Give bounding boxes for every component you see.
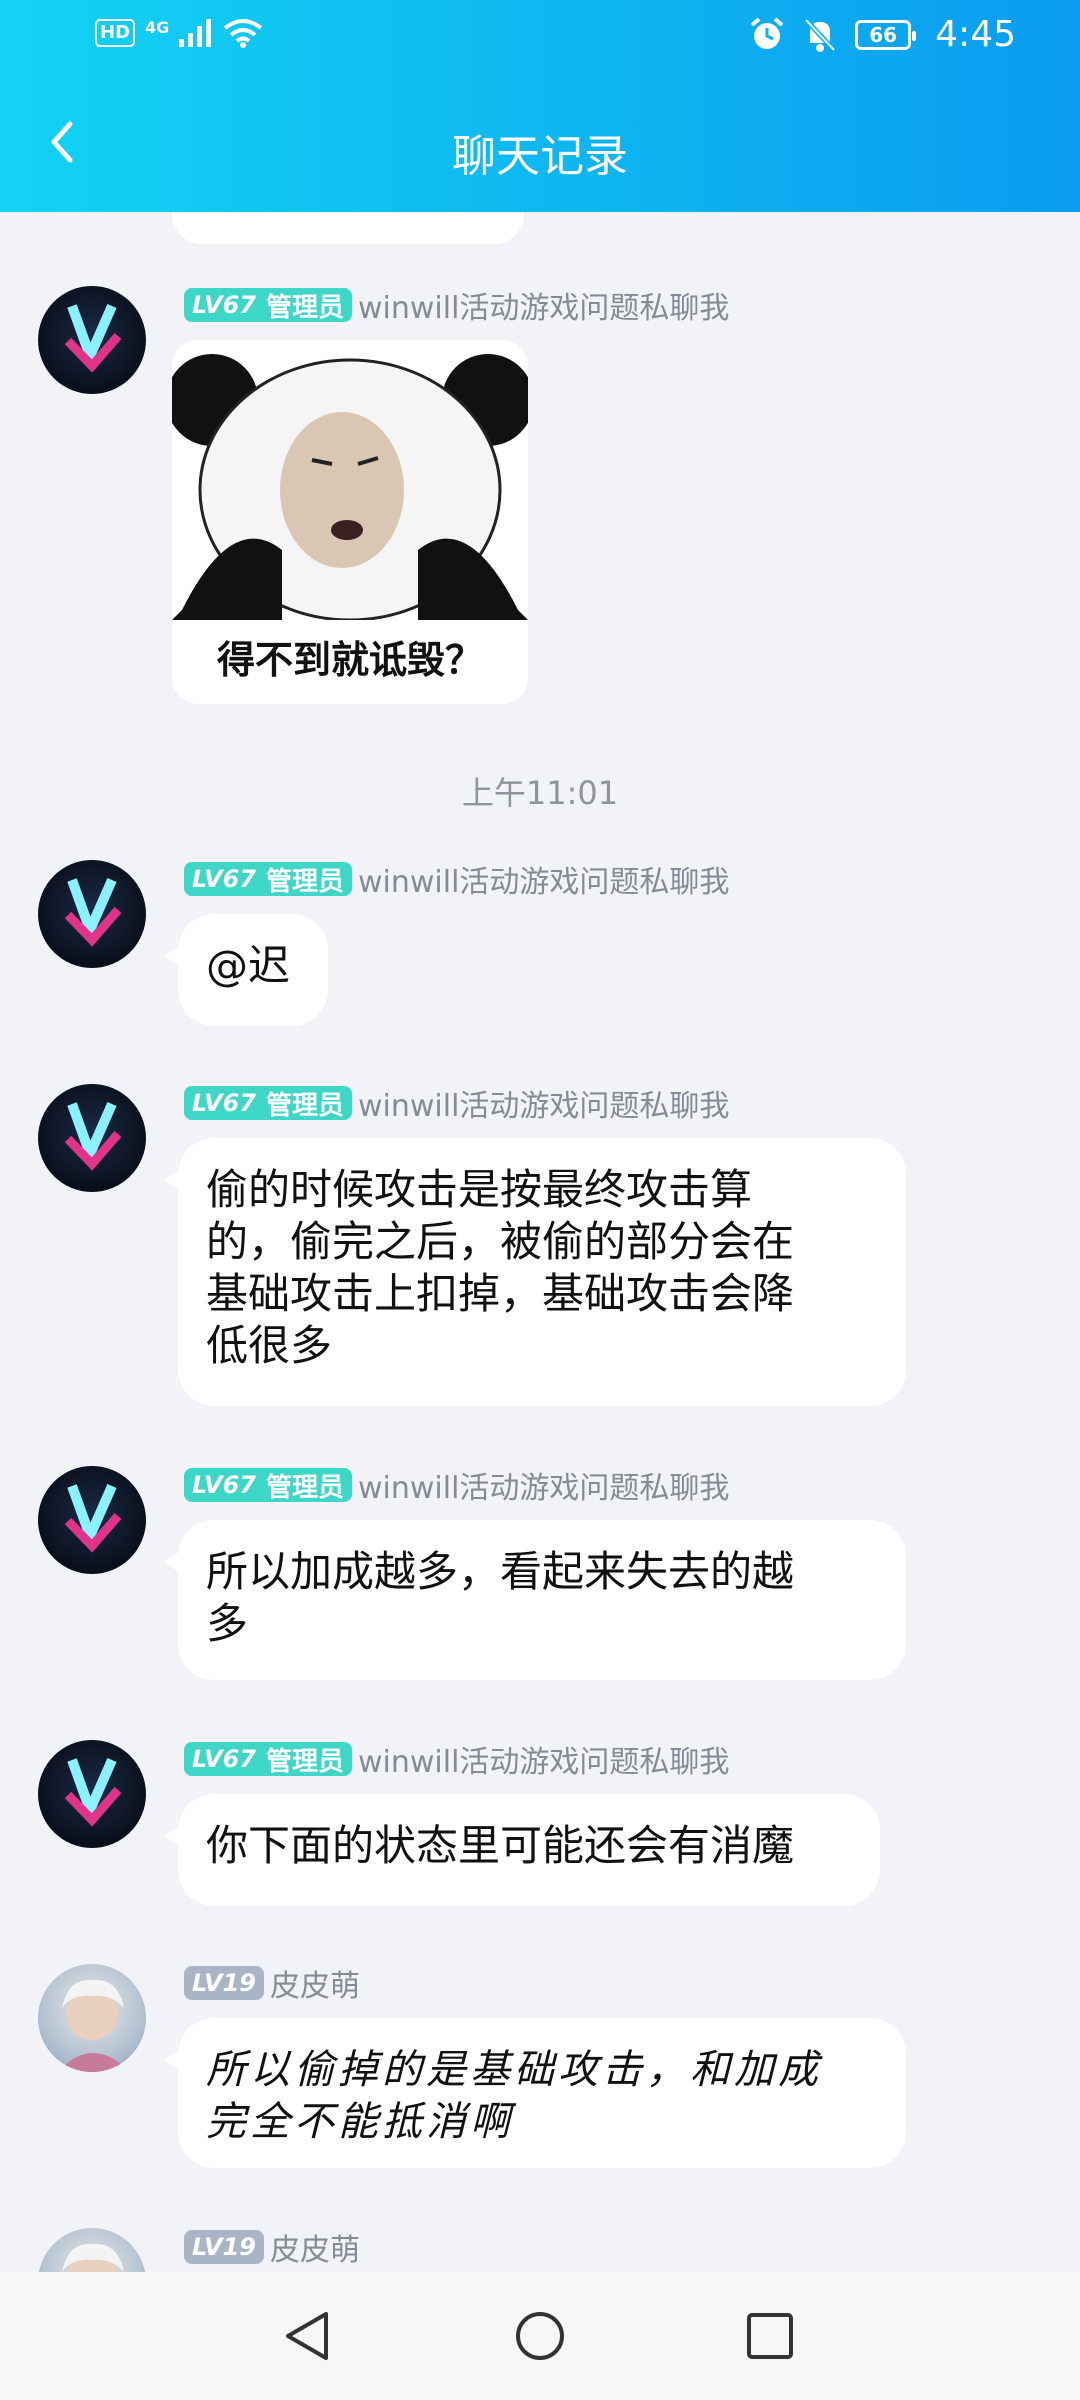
message-text: @迟 — [206, 941, 291, 990]
message-bubble[interactable]: 偷的时候攻击是按最终攻击算 的，偷完之后，被偷的部分会在 基础攻击上扣掉，基础攻… — [164, 1138, 906, 1406]
sender-row: LV67 管理员 winwill活动游戏问题私聊我 — [184, 860, 730, 900]
sender-row: LV67 管理员 winwill活动游戏问题私聊我 — [184, 1466, 730, 1506]
sender-name: winwill活动游戏问题私聊我 — [357, 1745, 730, 1780]
level-badge: LV67 管理员 — [184, 1742, 352, 1777]
avatar[interactable] — [38, 1466, 146, 1574]
message-bubble[interactable]: @迟 — [164, 914, 328, 1026]
status-bar: HD 4G 66 4:45 — [0, 0, 1080, 74]
sender-name: winwill活动游戏问题私聊我 — [357, 1089, 730, 1124]
level-badge: LV67 管理员 — [184, 1468, 352, 1503]
sender-row: LV67 管理员 winwill活动游戏问题私聊我 — [184, 286, 730, 326]
avatar[interactable] — [38, 2228, 146, 2272]
network-type: 4G — [145, 17, 170, 37]
message-line: 偷的时候攻击是按最终攻击算 — [206, 1165, 753, 1214]
sender-name: winwill活动游戏问题私聊我 — [357, 291, 730, 326]
message-line: 低很多 — [206, 1321, 333, 1370]
hd-indicator: HD — [95, 19, 136, 47]
user-avatar-portrait — [58, 1979, 130, 2072]
sender-row: LV19 皮皮萌 — [184, 1964, 360, 2004]
level-badge: LV67 管理员 — [184, 1086, 352, 1121]
avatar[interactable] — [38, 1084, 146, 1192]
winwill-logo-icon — [64, 877, 122, 947]
signal-icon — [179, 19, 212, 47]
message-line: 所以偷掉的是基础攻击，和加成 — [206, 2047, 822, 2093]
sender-row: LV19 皮皮萌 — [184, 2228, 360, 2268]
alarm-icon — [750, 16, 784, 49]
winwill-logo-icon — [64, 303, 122, 373]
sender-name: 皮皮萌 — [269, 2233, 360, 2268]
winwill-logo-icon — [64, 1483, 122, 1553]
message-text: 你下面的状态里可能还会有消魔 — [206, 1821, 795, 1870]
winwill-logo-icon — [64, 1101, 122, 1171]
sender-row: LV67 管理员 winwill活动游戏问题私聊我 — [184, 1084, 730, 1124]
message-line: 所以加成越多，看起来失去的越 — [206, 1547, 795, 1596]
sticker-image[interactable]: 得不到就诋毁？ — [172, 340, 528, 704]
winwill-logo-icon — [64, 1757, 122, 1827]
avatar[interactable] — [38, 860, 146, 968]
timestamp: 上午11:01 — [461, 774, 619, 812]
level-badge: LV67 管理员 — [184, 862, 352, 897]
nav-home-icon[interactable] — [514, 2310, 566, 2362]
system-nav-bar — [0, 2272, 1080, 2400]
sender-name: winwill活动游戏问题私聊我 — [357, 865, 730, 900]
header-bar: 聊天记录 — [0, 74, 1080, 212]
sender-name: winwill活动游戏问题私聊我 — [357, 1471, 730, 1506]
battery-indicator: 66 — [855, 19, 917, 50]
previous-bubble-edge — [172, 212, 524, 244]
user-avatar-portrait — [62, 2243, 124, 2272]
panda-face-sticker — [172, 340, 528, 622]
level-badge: LV19 — [184, 2230, 264, 2264]
level-badge: LV67 管理员 — [184, 288, 352, 323]
chat-history[interactable]: LV67 管理员 winwill活动游戏问题私聊我 得不到就诋毁？ 上午11:01 — [0, 212, 1080, 2272]
nav-back-icon[interactable] — [282, 2310, 332, 2362]
message-bubble[interactable]: 所以偷掉的是基础攻击，和加成 完全不能抵消啊 — [164, 2018, 906, 2168]
sender-row: LV67 管理员 winwill活动游戏问题私聊我 — [184, 1740, 730, 1780]
avatar[interactable] — [38, 1964, 146, 2072]
message-line: 多 — [206, 1599, 249, 1648]
sticker-caption: 得不到就诋毁？ — [216, 638, 483, 682]
level-badge: LV19 — [184, 1966, 264, 2000]
message-bubble[interactable]: 所以加成越多，看起来失去的越 多 — [164, 1520, 906, 1680]
clock: 4:45 — [935, 14, 1016, 55]
mute-bell-icon — [804, 17, 836, 52]
nav-recent-apps-icon[interactable] — [746, 2312, 794, 2360]
message-line: 基础攻击上扣掉，基础攻击会降 — [206, 1269, 795, 1318]
message-line: 完全不能抵消啊 — [206, 2099, 514, 2145]
wifi-icon — [224, 19, 263, 48]
message-line: 的，偷完之后，被偷的部分会在 — [206, 1217, 795, 1266]
sender-name: 皮皮萌 — [269, 1969, 360, 2004]
avatar[interactable] — [38, 1740, 146, 1848]
avatar[interactable] — [38, 286, 146, 394]
page-title: 聊天记录 — [452, 131, 628, 182]
message-bubble[interactable]: 你下面的状态里可能还会有消魔 — [164, 1794, 880, 1906]
